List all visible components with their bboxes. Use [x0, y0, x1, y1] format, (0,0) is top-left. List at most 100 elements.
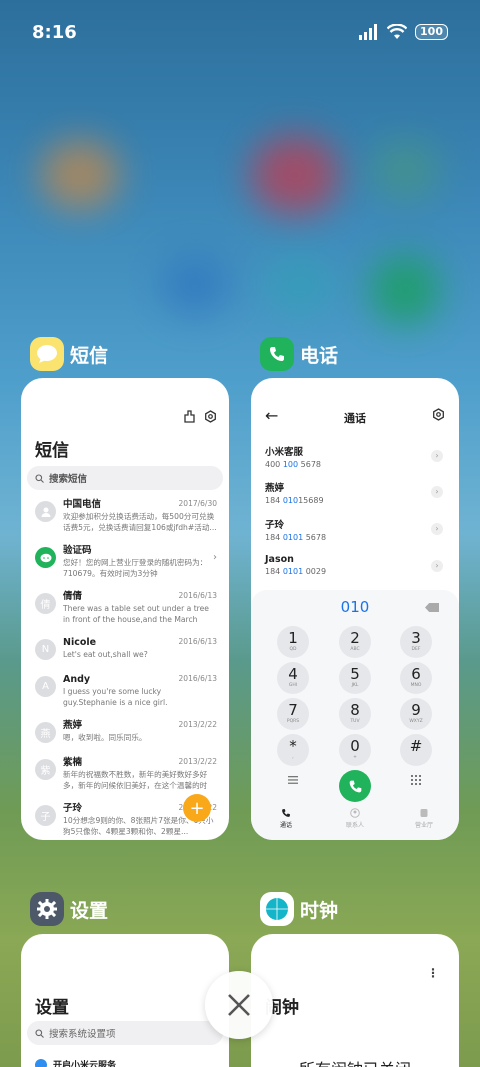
clock-card[interactable]: ⋮ 闹钟 所有闹钟已关闭 [251, 934, 459, 1067]
message-date: 2016/6/13 [178, 591, 217, 600]
contact-name: Jason [265, 554, 294, 565]
settings-card[interactable]: 设置 搜索系统设置项 开启小米云服务 [21, 934, 229, 1067]
avatar [35, 501, 56, 522]
settings-app-label: 设置 [70, 899, 109, 922]
dial-key-3[interactable]: 3 DEF [400, 626, 432, 658]
menu-icon[interactable] [288, 776, 298, 784]
tab-calls[interactable]: 通话 [266, 808, 306, 829]
search-placeholder: 搜索系统设置项 [49, 1029, 116, 1040]
messages-app-icon [30, 337, 64, 371]
contact-icon [350, 808, 360, 818]
settings-app-icon [30, 892, 64, 926]
phone-card[interactable]: ← 通话 小米客服 400 100 5678 › 燕婷 184 01015689… [251, 378, 459, 840]
dial-key-2[interactable]: 2 ABC [339, 626, 371, 658]
avatar: N [35, 639, 56, 660]
list-item[interactable]: A Andy 2016/6/13 I guess you're some luc… [21, 673, 229, 719]
chevron-right-icon[interactable]: › [431, 450, 443, 462]
contact-name: 子玲 [265, 520, 285, 531]
contact-name: 燕婷 [265, 483, 285, 494]
contact-row[interactable]: Jason 184 0101 0029 › [265, 554, 445, 588]
avatar: 子 [35, 805, 56, 826]
cloud-icon [35, 1058, 47, 1067]
gear-icon[interactable] [204, 410, 217, 423]
phone-app-label: 电话 [300, 344, 339, 367]
more-options-icon[interactable]: ⋮ [427, 966, 439, 980]
contact-number: 184 01015689 [265, 496, 324, 505]
message-preview: There was a table set out under a tree i… [63, 604, 209, 624]
wallpaper-blob [265, 255, 335, 315]
contact-number: 184 0101 5678 [265, 533, 327, 542]
app-header-messages[interactable]: 短信 [30, 337, 108, 371]
keypad-icon[interactable] [411, 775, 421, 785]
message-preview: 欢迎参加积分兑换话费活动，每500分可兑换话费5元，兑换话费请回复106或jfd… [63, 512, 217, 532]
dialpad: 010 1 QD 2 ABC 3 DEF 4 GHI 5 JKL 6 MNO 7 PQRS 8… [251, 590, 459, 840]
wallpaper-blob [370, 140, 440, 200]
contact-row[interactable]: 小米客服 400 100 5678 › [265, 444, 445, 478]
status-bar: 8:16 100 [32, 20, 448, 48]
search-input[interactable]: 搜索短信 [27, 466, 223, 490]
dial-key-1[interactable]: 1 QD [277, 626, 309, 658]
phone-icon [282, 809, 290, 817]
chevron-right-icon: › [213, 552, 217, 563]
list-item[interactable]: 验证码 › 您好！您的网上营业厅登录的随机密码为：710679。有效时间为3分钟 [21, 544, 229, 590]
message-list: 中国电信 2017/6/30 欢迎参加积分兑换话费活动，每500分可兑换话费5元… [21, 498, 229, 840]
clear-all-button[interactable] [205, 971, 273, 1039]
chevron-right-icon[interactable]: › [431, 523, 443, 535]
list-item[interactable]: 中国电信 2017/6/30 欢迎参加积分兑换话费活动，每500分可兑换话费5元… [21, 498, 229, 544]
app-header-phone[interactable]: 电话 [260, 337, 338, 371]
dial-key-star[interactable]: *, [277, 734, 309, 766]
status-time: 8:16 [32, 22, 77, 43]
dial-key-7[interactable]: 7 PQRS [277, 698, 309, 730]
dial-key-hash[interactable]: # [400, 734, 432, 766]
dial-key-9[interactable]: 9 WXYZ [400, 698, 432, 730]
gear-icon[interactable] [432, 408, 445, 421]
dial-key-4[interactable]: 4 GHI [277, 662, 309, 694]
message-date: 2013/2/22 [178, 757, 217, 766]
wallpaper-blob [40, 140, 120, 210]
dial-key-8[interactable]: 8 TUV [339, 698, 371, 730]
dial-key-5[interactable]: 5 JKL [339, 662, 371, 694]
tab-contacts[interactable]: 联系人 [335, 808, 375, 829]
app-header-clock[interactable]: 时钟 [260, 892, 338, 926]
app-header-settings[interactable]: 设置 [30, 892, 108, 926]
message-date: 2016/6/13 [178, 674, 217, 683]
avatar: 燕 [35, 722, 56, 743]
search-icon [35, 1028, 44, 1038]
empty-state-text: 所有闹钟已关闭 [251, 1056, 459, 1067]
wallpaper-blob [250, 135, 340, 215]
tab-service-hall[interactable]: 营业厅 [404, 808, 444, 829]
avatar: A [35, 676, 56, 697]
list-item[interactable]: N Nicole 2016/6/13 Let's eat out,shall w… [21, 636, 229, 673]
page-title: 短信 [35, 441, 69, 461]
clean-icon[interactable] [183, 410, 196, 423]
clock-app-icon [260, 892, 294, 926]
search-input[interactable]: 搜索系统设置项 [27, 1021, 223, 1045]
compose-button[interactable]: + [183, 794, 211, 822]
wechat-icon [35, 547, 56, 568]
contact-number: 400 100 5678 [265, 460, 321, 469]
dial-key-6[interactable]: 6 MNO [400, 662, 432, 694]
wifi-icon [387, 24, 408, 39]
contact-row[interactable]: 燕婷 184 01015689 › [265, 480, 445, 514]
phone-app-icon [260, 337, 294, 371]
call-button[interactable] [339, 770, 371, 802]
message-preview: Let's eat out,shall we? [63, 650, 148, 659]
signal-icon [359, 24, 378, 40]
messages-app-label: 短信 [70, 344, 109, 367]
message-preview: 新年的祝福数不胜数，新年的美好数好多好多，新年的问候依旧美好，在这个温馨的时刻.… [63, 770, 208, 790]
battery-indicator: 100 [415, 24, 448, 40]
messages-card[interactable]: 短信 搜索短信 中国电信 2017/6/30 欢迎参加积分兑换话费活动，每500… [21, 378, 229, 840]
list-item[interactable]: 倩 倩倩 2016/6/13 There was a table set out… [21, 590, 229, 636]
chevron-right-icon[interactable]: › [431, 560, 443, 572]
message-name: 验证码 [63, 545, 92, 556]
dial-key-0[interactable]: 0 + [339, 734, 371, 766]
chevron-right-icon[interactable]: › [431, 486, 443, 498]
message-date: 2013/2/22 [178, 720, 217, 729]
page-title: 通话 [344, 412, 366, 425]
clock-app-label: 时钟 [300, 899, 339, 922]
settings-item-cloud[interactable]: 开启小米云服务 [35, 1058, 116, 1067]
list-item[interactable]: 燕 燕婷 2013/2/22 嗯，收到啦。同乐同乐。 [21, 719, 229, 756]
wallpaper-blob [160, 255, 230, 315]
contact-number: 184 0101 0029 [265, 567, 327, 576]
contact-row[interactable]: 子玲 184 0101 5678 › [265, 517, 445, 551]
